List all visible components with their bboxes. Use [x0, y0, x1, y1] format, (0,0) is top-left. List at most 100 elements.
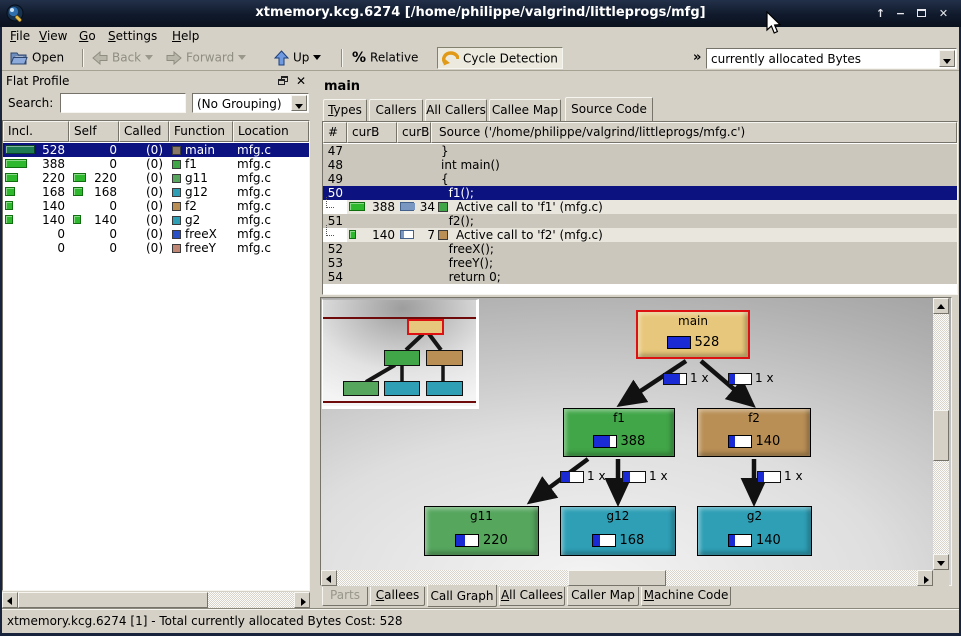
overview-node-main: [407, 319, 444, 335]
menu-settings[interactable]: Settings: [104, 28, 161, 45]
active-call-row[interactable]: 140 7 Active call to 'f2' (mfg.c): [323, 228, 957, 242]
graph-node-g12[interactable]: g12 168: [560, 506, 676, 556]
event-type-combobox[interactable]: currently allocated Bytes: [706, 48, 957, 69]
menu-view[interactable]: View: [35, 28, 71, 45]
table-row-g12[interactable]: 168 168 (0) g12 mfg.c: [3, 185, 309, 199]
scroll-up-button[interactable]: [933, 298, 949, 314]
scroll-right-button[interactable]: [294, 592, 310, 608]
menu-help[interactable]: Help: [168, 28, 203, 45]
scroll-down-button[interactable]: [933, 554, 949, 570]
up-button[interactable]: Up: [270, 47, 325, 69]
menu-bar: File View Go Settings Help: [2, 27, 959, 46]
scroll-left-button[interactable]: [2, 592, 18, 608]
scrollbar-thumb[interactable]: [18, 592, 208, 608]
combobox-arrow-button[interactable]: [939, 50, 955, 67]
graph-node-f1[interactable]: f1 388: [563, 408, 675, 457]
column-header-curB[interactable]: curB: [347, 122, 397, 143]
dock-title: Flat Profile: [6, 74, 69, 88]
scroll-right-button[interactable]: [917, 570, 933, 586]
graph-node-g2[interactable]: g2 140: [697, 506, 812, 556]
tab-caller-map[interactable]: Caller Map: [567, 587, 639, 606]
graph-hscrollbar[interactable]: [321, 570, 933, 586]
source-line[interactable]: 48int main(): [323, 158, 957, 172]
dock-close-button[interactable]: ✕: [296, 73, 306, 89]
close-button[interactable]: ✕: [935, 6, 952, 22]
table-row-f1[interactable]: 388 0 (0) f1 mfg.c: [3, 157, 309, 171]
column-header-location[interactable]: Location: [233, 121, 309, 142]
menu-file[interactable]: File: [6, 28, 34, 45]
table-row-g2[interactable]: 140 140 (0) g2 mfg.c: [3, 213, 309, 227]
column-header-source[interactable]: Source ('/home/philippe/valgrind/littlep…: [431, 122, 957, 143]
tab-all-callees[interactable]: All Callees: [499, 587, 565, 606]
table-row-freeY[interactable]: 0 0 (0) freeY mfg.c: [3, 241, 309, 255]
column-header-incl[interactable]: Incl.: [3, 121, 69, 142]
edge-label-main-f1[interactable]: 1 x: [663, 372, 709, 386]
tab-callee-map[interactable]: Callee Map: [489, 99, 561, 121]
toolbar-separator: [341, 49, 343, 67]
toolbar-overflow-button[interactable]: »: [693, 50, 701, 65]
graph-node-g11[interactable]: g11 220: [424, 506, 539, 556]
edge-label-f1-g12[interactable]: 1 x: [622, 470, 668, 484]
tree-branch-icon: [323, 200, 347, 214]
graph-vscrollbar[interactable]: [933, 298, 949, 570]
cycle-detection-icon: [442, 51, 459, 66]
column-header-function[interactable]: Function: [169, 121, 233, 142]
scroll-left-button[interactable]: [321, 570, 337, 586]
tab-machine-code[interactable]: Machine Code: [641, 587, 731, 606]
column-header-self[interactable]: Self: [69, 121, 119, 142]
edge-label-main-f2[interactable]: 1 x: [728, 372, 774, 386]
search-input[interactable]: [60, 93, 186, 113]
up-dropdown-icon: [313, 55, 321, 60]
source-line[interactable]: 53 freeY();: [323, 256, 957, 270]
tab-source-code[interactable]: Source Code: [565, 97, 653, 121]
minimize-button[interactable]: −: [892, 6, 909, 22]
combobox-arrow-button[interactable]: [291, 95, 307, 111]
maximize-icon: [917, 9, 926, 17]
menu-go[interactable]: Go: [75, 28, 100, 45]
column-header-called[interactable]: Called: [119, 121, 169, 142]
title-bar[interactable]: xtmemory.kcg.6274 [/home/philippe/valgri…: [0, 0, 961, 27]
tab-types[interactable]: Types: [323, 99, 367, 121]
window-frame: [0, 27, 2, 636]
graph-node-f2[interactable]: f2 140: [697, 408, 811, 457]
scrollbar-corner: [933, 570, 949, 586]
graph-node-main[interactable]: main 528: [636, 310, 750, 359]
table-row-f2[interactable]: 140 0 (0) f2 mfg.c: [3, 199, 309, 213]
source-line[interactable]: 51 f2();: [323, 214, 957, 228]
dock-title-bar[interactable]: Flat Profile ✕: [4, 73, 310, 90]
active-call-row[interactable]: 388 34 Active call to 'f1' (mfg.c): [323, 200, 957, 214]
tab-callees[interactable]: Callees: [370, 587, 425, 606]
source-line[interactable]: 52 freeX();: [323, 242, 957, 256]
flat-profile-hscrollbar[interactable]: [2, 592, 310, 608]
table-row-g11[interactable]: 220 220 (0) g11 mfg.c: [3, 171, 309, 185]
call-graph-canvas[interactable]: main 528 f1 388 f2 140 g11 220 g12 168 g…: [321, 298, 951, 585]
grouping-combobox[interactable]: (No Grouping): [192, 93, 309, 113]
edge-label-f1-g11[interactable]: 1 x: [560, 470, 606, 484]
open-button[interactable]: Open: [6, 47, 68, 69]
scrollbar-thumb[interactable]: [568, 570, 666, 586]
tab-all-callers[interactable]: All Callers: [425, 99, 487, 121]
shade-button[interactable]: ↑: [872, 6, 889, 22]
table-row-main[interactable]: 528 0 (0) main mfg.c: [3, 143, 309, 157]
tree-branch-icon: [323, 228, 347, 242]
tab-callers[interactable]: Callers: [369, 99, 423, 121]
scrollbar-thumb[interactable]: [933, 410, 949, 461]
edge-label-f2-g2[interactable]: 1 x: [757, 470, 803, 484]
forward-button[interactable]: Forward: [162, 47, 250, 69]
cycle-detection-button[interactable]: Cycle Detection: [437, 47, 563, 69]
maximize-button[interactable]: [913, 6, 930, 22]
source-line-selected[interactable]: 50 f1();: [323, 186, 957, 200]
call-graph-overview[interactable]: [322, 299, 479, 409]
source-line[interactable]: 49{: [323, 172, 957, 186]
back-label: Back: [112, 51, 141, 65]
source-line[interactable]: 47}: [323, 144, 957, 158]
dock-float-button[interactable]: [278, 76, 288, 86]
tab-call-graph[interactable]: Call Graph: [427, 585, 497, 607]
column-header-line[interactable]: #: [323, 122, 347, 143]
source-line[interactable]: 54 return 0;: [323, 270, 957, 284]
table-row-freeX[interactable]: 0 0 (0) freeX mfg.c: [3, 227, 309, 241]
relative-button[interactable]: %Relative: [348, 47, 422, 69]
function-color-icon: [172, 146, 181, 155]
back-button[interactable]: Back: [88, 47, 157, 69]
column-header-curBk[interactable]: curBk: [397, 122, 431, 143]
